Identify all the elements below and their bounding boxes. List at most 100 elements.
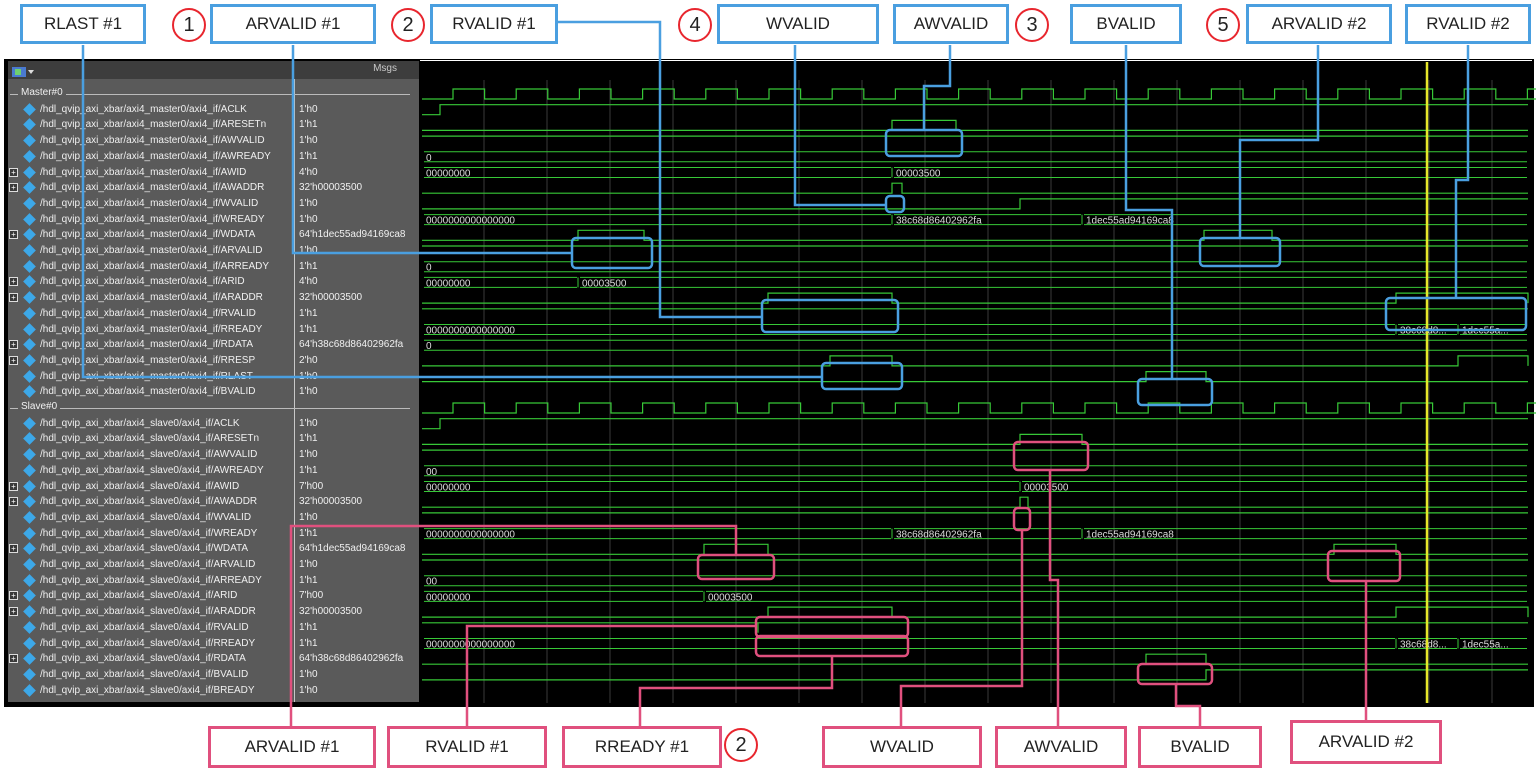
group-header[interactable]: Slave#0 <box>8 400 419 416</box>
signal-name: /hdl_qvip_axi_xbar/axi4_master0/axi4_if/… <box>40 354 256 366</box>
expand-icon[interactable]: + <box>9 481 18 491</box>
signal-row[interactable]: /hdl_qvip_axi_xbar/axi4_master0/axi4_if/… <box>8 149 419 165</box>
signal-row[interactable]: + /hdl_qvip_axi_xbar/axi4_slave0/axi4_if/… <box>8 604 419 620</box>
signal-diamond-icon <box>23 149 36 163</box>
signal-row[interactable]: /hdl_qvip_axi_xbar/axi4_master0/axi4_if/… <box>8 322 419 338</box>
signal-diamond-icon <box>23 463 36 477</box>
signal-diamond-icon <box>23 306 36 320</box>
signal-row[interactable]: /hdl_qvip_axi_xbar/axi4_master0/axi4_if/… <box>8 212 419 228</box>
signal-row[interactable]: + /hdl_qvip_axi_xbar/axi4_master0/axi4_if… <box>8 274 419 290</box>
signal-row[interactable]: /hdl_qvip_axi_xbar/axi4_slave0/axi4_if/A… <box>8 447 419 463</box>
step-number-2: 2 <box>391 8 425 42</box>
signal-row[interactable]: /hdl_qvip_axi_xbar/axi4_slave0/axi4_if/R… <box>8 620 419 636</box>
signal-name: /hdl_qvip_axi_xbar/axi4_slave0/axi4_if/A… <box>40 417 240 429</box>
signal-row[interactable]: /hdl_qvip_axi_xbar/axi4_slave0/axi4_if/W… <box>8 526 419 542</box>
step-number-2b: 2 <box>724 728 758 762</box>
signal-row[interactable]: /hdl_qvip_axi_xbar/axi4_master0/axi4_if/… <box>8 259 419 275</box>
signal-diamond-icon <box>23 102 36 116</box>
signal-value: 1'h0 <box>299 386 318 398</box>
signal-name: /hdl_qvip_axi_xbar/axi4_master0/axi4_if/… <box>40 213 265 225</box>
signal-row[interactable]: /hdl_qvip_axi_xbar/axi4_slave0/axi4_if/B… <box>8 683 419 699</box>
signal-row[interactable]: /hdl_qvip_axi_xbar/axi4_master0/axi4_if/… <box>8 196 419 212</box>
signal-row[interactable]: + /hdl_qvip_axi_xbar/axi4_slave0/axi4_if/… <box>8 479 419 495</box>
callout-awvalid: AWVALID <box>893 4 1009 44</box>
callout-slave-rvalid1: RVALID #1 <box>387 726 547 768</box>
signal-row[interactable]: /hdl_qvip_axi_xbar/axi4_master0/axi4_if/… <box>8 306 419 322</box>
signal-row[interactable]: + /hdl_qvip_axi_xbar/axi4_slave0/axi4_if/… <box>8 651 419 667</box>
waveform-area[interactable] <box>420 61 1532 702</box>
signal-name: /hdl_qvip_axi_xbar/axi4_slave0/axi4_if/A… <box>40 480 240 492</box>
signal-name: /hdl_qvip_axi_xbar/axi4_master0/axi4_if/… <box>40 386 256 398</box>
signal-row[interactable]: /hdl_qvip_axi_xbar/axi4_master0/axi4_if/… <box>8 117 419 133</box>
signal-row[interactable]: + /hdl_qvip_axi_xbar/axi4_slave0/axi4_if/… <box>8 541 419 557</box>
signal-row[interactable]: /hdl_qvip_axi_xbar/axi4_slave0/axi4_if/R… <box>8 636 419 652</box>
group-label: Slave#0 <box>18 401 61 412</box>
name-pane-header: Msgs <box>8 61 419 79</box>
signal-diamond-icon <box>23 181 36 195</box>
callout-slave-arvalid1: ARVALID #1 <box>208 726 376 768</box>
expand-icon[interactable]: + <box>9 167 18 177</box>
signal-row[interactable]: /hdl_qvip_axi_xbar/axi4_slave0/axi4_if/A… <box>8 431 419 447</box>
callout-label: AWVALID <box>913 14 989 33</box>
signal-row[interactable]: + /hdl_qvip_axi_xbar/axi4_slave0/axi4_if/… <box>8 494 419 510</box>
signal-row[interactable]: /hdl_qvip_axi_xbar/axi4_slave0/axi4_if/A… <box>8 573 419 589</box>
expand-icon[interactable]: + <box>9 607 18 617</box>
signal-diamond-icon <box>23 338 36 352</box>
signal-value: 64'h1dec55ad94169ca8 <box>299 229 406 241</box>
callout-wvalid: WVALID <box>717 4 879 44</box>
signal-value: 2'h0 <box>299 354 318 366</box>
signal-name-pane: Msgs Master#0/hdl_qvip_axi_xbar/axi4_mas… <box>8 61 419 702</box>
signal-row[interactable]: + /hdl_qvip_axi_xbar/axi4_master0/axi4_if… <box>8 337 419 353</box>
signal-row[interactable]: /hdl_qvip_axi_xbar/axi4_slave0/axi4_if/W… <box>8 510 419 526</box>
signal-diamond-icon <box>23 165 36 179</box>
signal-value: 1'h1 <box>299 260 318 272</box>
signal-diamond-icon <box>23 479 36 493</box>
group-header[interactable]: Master#0 <box>8 86 419 102</box>
expand-icon[interactable]: + <box>9 497 18 507</box>
expand-icon[interactable]: + <box>9 654 18 664</box>
expand-icon[interactable]: + <box>9 277 18 287</box>
expand-icon[interactable]: + <box>9 355 18 365</box>
signal-value: 1'h1 <box>299 433 318 445</box>
signal-row[interactable]: + /hdl_qvip_axi_xbar/axi4_master0/axi4_if… <box>8 165 419 181</box>
callout-rvalid1: RVALID #1 <box>430 4 558 44</box>
signal-name: /hdl_qvip_axi_xbar/axi4_slave0/axi4_if/B… <box>40 684 255 696</box>
wave-tool-icon[interactable] <box>12 66 34 78</box>
signal-row[interactable]: /hdl_qvip_axi_xbar/axi4_master0/axi4_if/… <box>8 102 419 118</box>
callout-label: ARVALID #1 <box>244 737 340 756</box>
step-number-1: 1 <box>172 8 206 42</box>
signal-name: /hdl_qvip_axi_xbar/axi4_master0/axi4_if/… <box>40 182 265 194</box>
signal-value: 1'h1 <box>299 307 318 319</box>
signal-row[interactable]: /hdl_qvip_axi_xbar/axi4_master0/axi4_if/… <box>8 369 419 385</box>
signal-row[interactable]: + /hdl_qvip_axi_xbar/axi4_master0/axi4_if… <box>8 290 419 306</box>
signal-value: 1'h1 <box>299 574 318 586</box>
signal-row[interactable]: + /hdl_qvip_axi_xbar/axi4_master0/axi4_if… <box>8 353 419 369</box>
signal-row[interactable]: /hdl_qvip_axi_xbar/axi4_slave0/axi4_if/A… <box>8 463 419 479</box>
callout-slave-wvalid: WVALID <box>822 726 982 768</box>
signal-row[interactable]: + /hdl_qvip_axi_xbar/axi4_slave0/axi4_if/… <box>8 588 419 604</box>
signal-diamond-icon <box>23 259 36 273</box>
signal-name: /hdl_qvip_axi_xbar/axi4_slave0/axi4_if/B… <box>40 668 249 680</box>
expand-icon[interactable]: + <box>9 340 18 350</box>
signal-row[interactable]: /hdl_qvip_axi_xbar/axi4_slave0/axi4_if/A… <box>8 557 419 573</box>
signal-row[interactable]: + /hdl_qvip_axi_xbar/axi4_master0/axi4_if… <box>8 227 419 243</box>
signal-row[interactable]: + /hdl_qvip_axi_xbar/axi4_master0/axi4_if… <box>8 180 419 196</box>
expand-icon[interactable]: + <box>9 230 18 240</box>
step-number-4: 4 <box>678 8 712 42</box>
expand-icon[interactable]: + <box>9 591 18 601</box>
signal-diamond-icon <box>23 197 36 210</box>
signal-diamond-icon <box>23 605 36 618</box>
signal-diamond-icon <box>23 668 36 681</box>
signal-value: 4'h0 <box>299 276 318 288</box>
signal-row[interactable]: /hdl_qvip_axi_xbar/axi4_master0/axi4_if/… <box>8 133 419 149</box>
signal-row[interactable]: /hdl_qvip_axi_xbar/axi4_master0/axi4_if/… <box>8 243 419 259</box>
signal-row[interactable]: /hdl_qvip_axi_xbar/axi4_master0/axi4_if/… <box>8 384 419 400</box>
expand-icon[interactable]: + <box>9 183 18 193</box>
expand-icon[interactable]: + <box>9 544 18 554</box>
expand-icon[interactable]: + <box>9 293 18 303</box>
signal-row[interactable]: /hdl_qvip_axi_xbar/axi4_slave0/axi4_if/B… <box>8 667 419 683</box>
signal-value: 32'h00003500 <box>299 606 363 618</box>
group-divider <box>10 94 410 95</box>
callout-slave-arvalid2: ARVALID #2 <box>1290 720 1442 764</box>
signal-row[interactable]: /hdl_qvip_axi_xbar/axi4_slave0/axi4_if/A… <box>8 416 419 432</box>
